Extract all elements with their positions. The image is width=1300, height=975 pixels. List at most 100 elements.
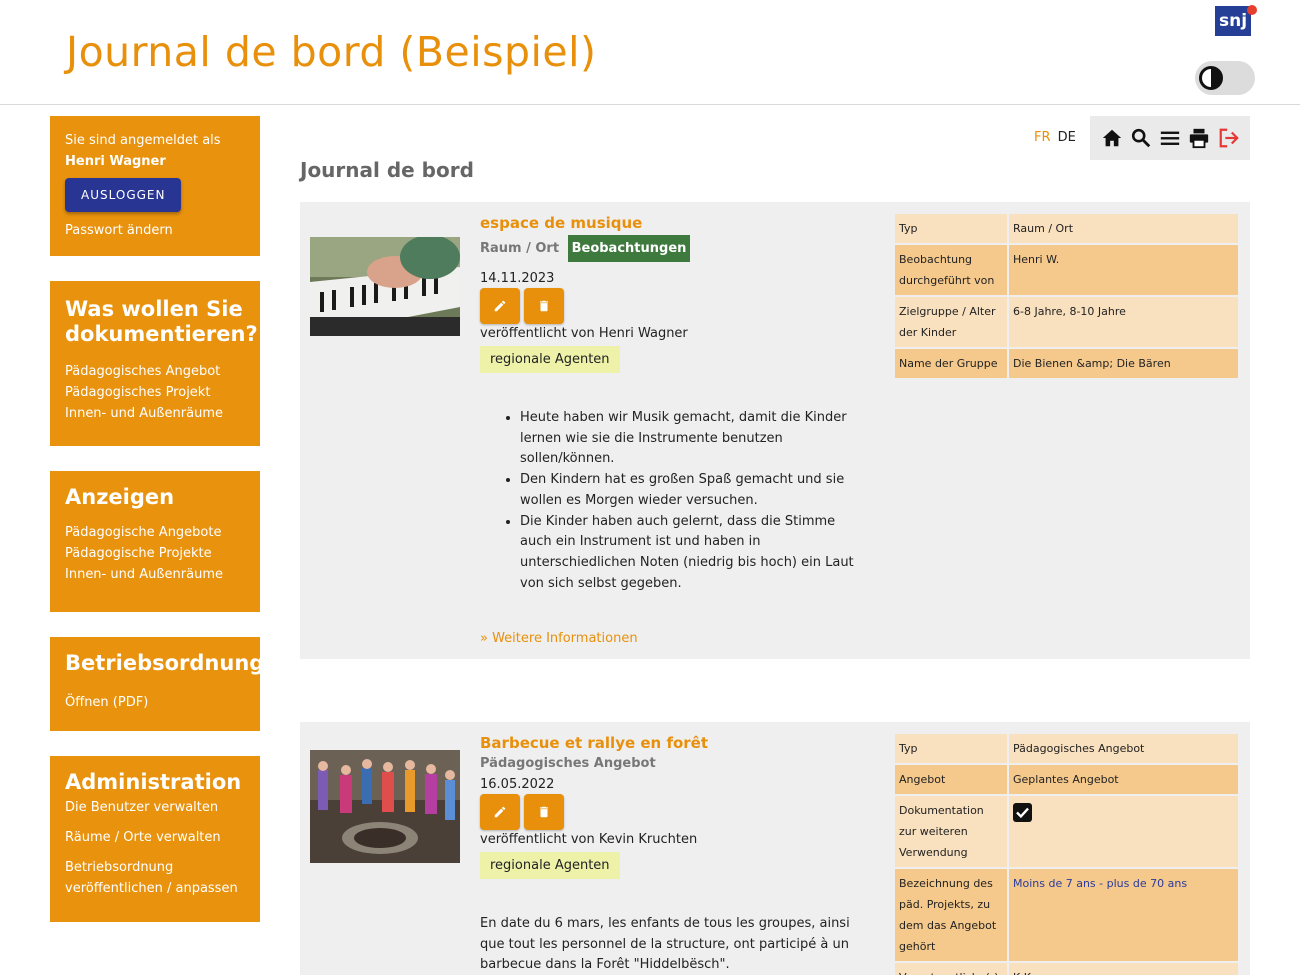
table-value <box>1009 796 1238 867</box>
admin-users-link[interactable]: Die Benutzer verwalten <box>65 797 245 818</box>
entry-details-table: Typ Pädagogisches Angebot Angebot Geplante… <box>895 732 1238 975</box>
language-switch: FR DE <box>1034 130 1076 145</box>
entry-category: Raum / Ort Beobachtungen <box>480 235 691 262</box>
entry-author: veröffentlicht von Kevin Kruchten <box>480 832 698 847</box>
show-link-offers[interactable]: Pädagogische Angebote <box>65 522 245 543</box>
print-icon[interactable] <box>1188 127 1210 149</box>
toolbar <box>1090 116 1250 160</box>
snj-logo[interactable]: snj <box>1215 5 1257 36</box>
table-row: Angebot Geplantes Angebot <box>895 765 1238 794</box>
entry-actions <box>480 288 568 324</box>
document-heading: Was wollen Sie dokumentieren? <box>65 297 258 346</box>
table-key: Dokumentation zur weiteren Verwendung <box>895 796 1009 867</box>
table-value: Henri W. <box>1009 245 1238 295</box>
search-icon[interactable] <box>1130 127 1152 149</box>
home-icon[interactable] <box>1101 127 1123 149</box>
lang-fr-link[interactable]: FR <box>1034 130 1051 145</box>
entry-text: Heute haben wir Musik gemacht, damit die… <box>480 408 870 594</box>
table-row: Name der Gruppe Die Bienen &amp; Die Bäre… <box>895 349 1238 378</box>
entry-title[interactable]: Barbecue et rallye en forêt <box>480 734 708 752</box>
table-key: Bezeichnung des päd. Projekts, zu dem da… <box>895 869 1009 961</box>
table-value[interactable]: Moins de 7 ans - plus de 70 ans <box>1009 869 1238 961</box>
entry-actions <box>480 794 568 830</box>
edit-button[interactable] <box>480 288 520 324</box>
logo-text: snj <box>1218 11 1248 31</box>
journal-entry: espace de musique Raum / Ort Beobachtung… <box>300 202 1250 659</box>
entry-bullet: Heute haben wir Musik gemacht, damit die… <box>520 408 870 470</box>
table-row: Typ Raum / Ort <box>895 214 1238 243</box>
pencil-icon <box>494 300 506 312</box>
show-link-projects[interactable]: Pädagogische Projekte <box>65 543 245 564</box>
user-name: Henri Wagner <box>65 154 166 169</box>
table-key: Typ <box>895 734 1009 763</box>
entry-bullet: Die Kinder haben auch gelernt, dass die … <box>520 512 870 595</box>
document-link-project[interactable]: Pädagogisches Projekt <box>65 382 245 403</box>
document-link-rooms[interactable]: Innen- und Außenräume <box>65 403 245 424</box>
entry-photo-piano[interactable] <box>310 235 460 336</box>
login-box: Sie sind angemeldet als Henri Wagner AUS… <box>50 116 260 256</box>
table-key: Typ <box>895 214 1009 243</box>
admin-box: Administration Die Benutzer verwalten Rä… <box>50 756 260 922</box>
table-row: Typ Pädagogisches Angebot <box>895 734 1238 763</box>
table-key: Name der Gruppe <box>895 349 1009 378</box>
entry-text: En date du 6 mars, les enfants de tous l… <box>480 916 850 973</box>
trash-icon <box>539 300 549 312</box>
document-box: Was wollen Sie dokumentieren? Pädagogisc… <box>50 281 260 446</box>
lang-de-link[interactable]: DE <box>1058 130 1076 145</box>
journal-entry: Barbecue et rallye en forêt Pädagogische… <box>300 722 1250 975</box>
table-value: 6-8 Jahre, 8-10 Jahre <box>1009 297 1238 347</box>
table-key: Zielgruppe / Alter der Kinder <box>895 297 1009 347</box>
entry-title[interactable]: espace de musique <box>480 214 642 232</box>
edit-button[interactable] <box>480 794 520 830</box>
observation-badge: Beobachtungen <box>567 235 691 262</box>
delete-button[interactable] <box>524 288 564 324</box>
show-link-rooms[interactable]: Innen- und Außenräume <box>65 564 245 585</box>
entry-date: 14.11.2023 <box>480 271 555 286</box>
admin-rooms-link[interactable]: Räume / Orte verwalten <box>65 827 245 848</box>
entry-category: Pädagogisches Angebot <box>480 756 656 771</box>
entry-category-label: Raum / Ort <box>480 241 560 256</box>
logout-button[interactable]: AUSLOGGEN <box>65 178 182 212</box>
menu-icon[interactable] <box>1159 127 1181 149</box>
admin-heading: Administration <box>65 770 242 794</box>
table-value: Die Bienen &amp; Die Bären <box>1009 349 1238 378</box>
table-value: Pädagogisches Angebot <box>1009 734 1238 763</box>
page-title: Journal de bord <box>300 158 474 182</box>
agent-badge: regionale Agenten <box>480 852 620 879</box>
agent-badge: regionale Agenten <box>480 346 620 373</box>
entry-author: veröffentlicht von Henri Wagner <box>480 326 688 341</box>
table-key: Angebot <box>895 765 1009 794</box>
table-row: Verantwortliche(r)K.K. <box>895 963 1238 975</box>
show-box: Anzeigen Pädagogische Angebote Pädagogis… <box>50 471 260 612</box>
trash-icon <box>539 806 549 818</box>
more-info-link[interactable]: » Weitere Informationen <box>480 631 638 646</box>
show-heading: Anzeigen <box>65 485 175 509</box>
rules-box: Betriebsordnung Öffnen (PDF) <box>50 637 265 731</box>
checkbox-checked-icon[interactable] <box>1013 803 1032 822</box>
table-key: Verantwortliche(r) <box>895 963 1009 975</box>
header: Journal de bord (Beispiel) snj <box>0 0 1300 105</box>
table-row: Beobachtung durchgeführt von Henri W. <box>895 245 1238 295</box>
table-row: Bezeichnung des päd. Projekts, zu dem da… <box>895 869 1238 961</box>
entry-details-table: Typ Raum / Ort Beobachtung durchgeführt v… <box>895 212 1238 380</box>
document-link-offer[interactable]: Pädagogisches Angebot <box>65 361 245 382</box>
admin-rules-link[interactable]: Betriebsordnung veröffentlichen / anpass… <box>65 857 245 899</box>
pencil-icon <box>494 806 506 818</box>
dark-mode-toggle[interactable] <box>1195 61 1255 95</box>
table-row: Dokumentation zur weiteren Verwendung <box>895 796 1238 867</box>
table-key: Beobachtung durchgeführt von <box>895 245 1009 295</box>
entry-photo-barbecue[interactable] <box>310 750 460 863</box>
table-value: K.K. <box>1009 963 1238 975</box>
rules-open-pdf-link[interactable]: Öffnen (PDF) <box>65 692 245 713</box>
table-value: Raum / Ort <box>1009 214 1238 243</box>
logged-in-label: Sie sind angemeldet als <box>65 133 221 148</box>
change-password-link[interactable]: Passwort ändern <box>65 220 245 241</box>
logout-icon[interactable] <box>1217 127 1239 149</box>
table-row: Zielgruppe / Alter der Kinder 6-8 Jahre, … <box>895 297 1238 347</box>
delete-button[interactable] <box>524 794 564 830</box>
entry-bullet: Den Kindern hat es großen Spaß gemacht u… <box>520 470 870 511</box>
rules-heading: Betriebsordnung <box>65 651 265 675</box>
table-value: Geplantes Angebot <box>1009 765 1238 794</box>
entry-date: 16.05.2022 <box>480 777 555 792</box>
contrast-icon <box>1199 66 1223 90</box>
